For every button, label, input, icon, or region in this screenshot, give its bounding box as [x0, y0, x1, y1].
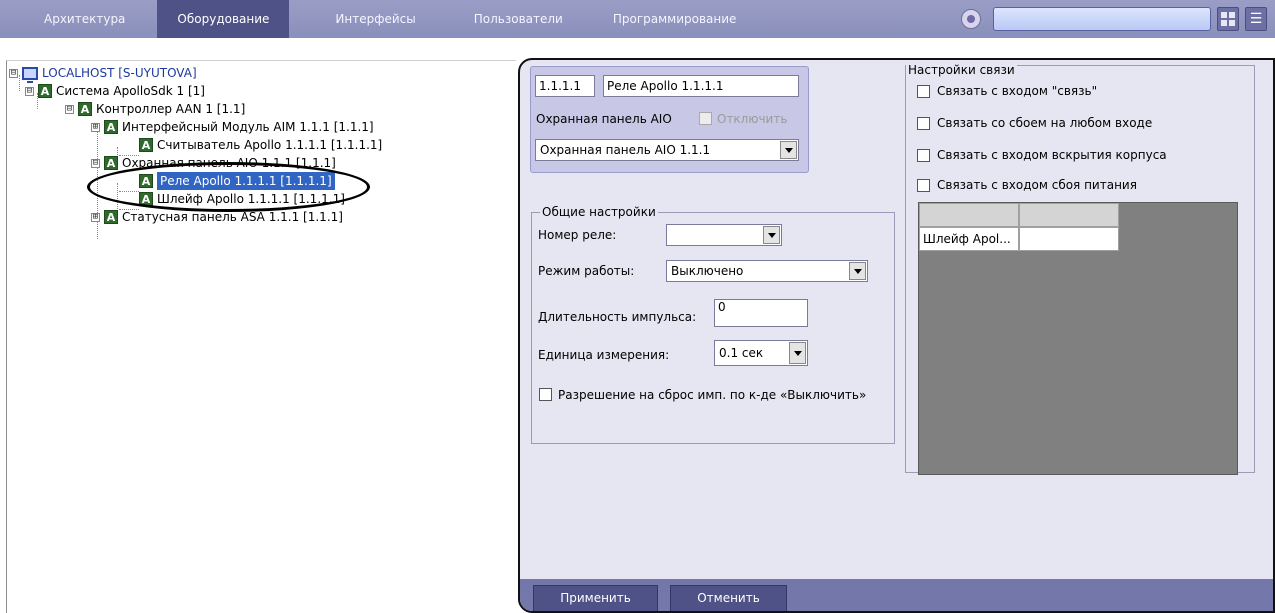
computer-icon: [22, 66, 38, 83]
link-any-fault-label: Связать со сбоем на любом входе: [937, 116, 1153, 130]
reset-permission-label: Разрешение на сброс имп. по к-де «Выключ…: [558, 388, 867, 402]
mode-select[interactable]: Выключено: [666, 260, 868, 282]
link-power-fault-checkbox[interactable]: [917, 179, 930, 192]
chevron-down-icon[interactable]: [763, 226, 780, 244]
link-tamper-label: Связать с входом вскрытия корпуса: [937, 148, 1167, 162]
search-input[interactable]: [993, 7, 1211, 31]
device-icon: A: [78, 102, 92, 116]
general-settings-group: Общие настройки Номер реле: Режим работы…: [531, 205, 895, 444]
tree-node-label: LOCALHOST [S-UYUTOVA]: [42, 66, 197, 80]
tab-architecture[interactable]: Архитектура: [0, 0, 147, 38]
tab-equipment[interactable]: Оборудование: [157, 0, 290, 38]
object-identity-box: 1.1.1.1 Реле Apollo 1.1.1.1 Охранная пан…: [530, 66, 809, 173]
chevron-down-icon[interactable]: [849, 262, 866, 280]
device-icon: A: [104, 120, 118, 134]
grid-icon: [1221, 12, 1235, 26]
layout-grid-button[interactable]: [1217, 7, 1239, 31]
mode-value: Выключено: [671, 264, 744, 278]
parent-select[interactable]: Охранная панель AIO 1.1.1: [535, 139, 799, 161]
collapse-icon[interactable]: ⊟: [9, 68, 18, 78]
tree-node-label: Система ApolloSdk 1 [1]: [56, 84, 205, 98]
link-any-fault-checkbox[interactable]: [917, 117, 930, 130]
chevron-down-icon[interactable]: [780, 141, 797, 159]
link-grid[interactable]: Шлейф Apol...: [918, 202, 1238, 475]
tree-node-security-panel[interactable]: ⊟ A Охранная панель AIO 1.1.1 [1.1.1]: [91, 154, 336, 172]
mode-label: Режим работы:: [538, 264, 635, 278]
tree-node-relay-selected[interactable]: A Реле Apollo 1.1.1.1 [1.1.1.1]: [139, 172, 335, 190]
tree-node-label: Контроллер AAN 1 [1.1]: [96, 102, 246, 116]
general-settings-title: Общие настройки: [540, 205, 658, 219]
tree-node-interface-module[interactable]: ⊞ A Интерфейсный Модуль AIM 1.1.1 [1.1.1…: [91, 118, 374, 136]
settings-panel: 1.1.1.1 Реле Apollo 1.1.1.1 Охранная пан…: [518, 58, 1275, 613]
disable-label: Отключить: [717, 112, 788, 126]
device-icon: A: [139, 192, 153, 206]
pulse-duration-input[interactable]: 0: [714, 299, 808, 327]
tree-node-label: Охранная панель AIO 1.1.1 [1.1.1]: [122, 156, 336, 170]
target-icon[interactable]: [961, 9, 981, 29]
unit-select[interactable]: 0.1 сек: [714, 340, 808, 366]
unit-label: Единица измерения:: [538, 348, 670, 362]
main-tabs: Архитектура Оборудование Интерфейсы Поль…: [0, 0, 758, 38]
tree-node-controller[interactable]: ⊟ A Контроллер AAN 1 [1.1]: [65, 100, 245, 118]
device-icon: A: [104, 156, 118, 170]
tree-node-label: Интерфейсный Модуль AIM 1.1.1 [1.1.1]: [122, 120, 374, 134]
parent-label: Охранная панель AIO: [536, 112, 672, 126]
parent-select-value: Охранная панель AIO 1.1.1: [540, 143, 711, 157]
cancel-button[interactable]: Отменить: [670, 585, 787, 611]
link-comm-input-checkbox[interactable]: [917, 85, 930, 98]
relay-number-label: Номер реле:: [538, 228, 617, 242]
tree-node-label: Статусная панель ASA 1.1.1 [1.1.1]: [122, 210, 343, 224]
tree-node-label: Шлейф Apollo 1.1.1.1 [1.1.1.1]: [157, 192, 345, 206]
link-tamper-checkbox[interactable]: [917, 149, 930, 162]
menu-button[interactable]: ☰: [1245, 7, 1267, 31]
link-settings-title: Настройки связи: [906, 63, 1017, 77]
device-icon: A: [38, 84, 52, 98]
hardware-tree: ⊟ LOCALHOST [S-UYUTOVA] ⊟ A Система Apol…: [6, 60, 516, 613]
device-icon: A: [104, 210, 118, 224]
disable-checkbox[interactable]: [699, 112, 712, 125]
tree-node-localhost[interactable]: ⊟ LOCALHOST [S-UYUTOVA]: [9, 64, 197, 83]
tab-programming[interactable]: Программирование: [585, 0, 759, 38]
collapse-icon[interactable]: ⊟: [65, 104, 74, 114]
tree-node-apollo-system[interactable]: ⊟ A Система ApolloSdk 1 [1]: [25, 82, 205, 100]
link-settings-group: Настройки связи Связать с входом "связь"…: [905, 63, 1255, 475]
relay-number-select[interactable]: [666, 224, 782, 246]
link-power-fault-label: Связать с входом сбоя питания: [937, 178, 1137, 192]
link-comm-input-label: Связать с входом "связь": [937, 84, 1098, 98]
tree-line: [119, 191, 139, 192]
collapse-icon[interactable]: ⊟: [91, 158, 100, 168]
pulse-duration-label: Длительность импульса:: [538, 310, 697, 324]
top-navigation-bar: Архитектура Оборудование Интерфейсы Поль…: [0, 0, 1275, 60]
reset-permission-checkbox[interactable]: [539, 388, 552, 401]
tab-users[interactable]: Пользователи: [438, 0, 585, 38]
expand-icon[interactable]: ⊞: [91, 212, 100, 222]
grid-header-cell: [919, 203, 1019, 227]
tree-node-label: Считыватель Apollo 1.1.1.1 [1.1.1.1]: [157, 138, 383, 152]
tree-node-status-panel[interactable]: ⊞ A Статусная панель ASA 1.1.1 [1.1.1]: [91, 208, 343, 226]
collapse-icon[interactable]: ⊟: [25, 86, 34, 96]
toolbar-right: ☰: [961, 0, 1267, 38]
chevron-down-icon[interactable]: [789, 342, 806, 364]
tab-interfaces[interactable]: Интерфейсы: [299, 0, 437, 38]
unit-value: 0.1 сек: [719, 346, 764, 360]
expand-icon[interactable]: ⊞: [91, 122, 100, 132]
grid-row-cell[interactable]: Шлейф Apol...: [919, 227, 1019, 251]
apply-button[interactable]: Применить: [533, 585, 658, 611]
object-id-field[interactable]: 1.1.1.1: [535, 75, 595, 97]
tree-node-label: Реле Apollo 1.1.1.1 [1.1.1.1]: [157, 172, 335, 190]
device-icon: A: [139, 174, 153, 188]
grid-row-cell[interactable]: [1019, 227, 1119, 251]
button-bar: Применить Отменить: [520, 579, 1273, 611]
menu-icon: ☰: [1249, 11, 1263, 27]
device-icon: A: [139, 138, 153, 152]
object-name-field[interactable]: Реле Apollo 1.1.1.1: [603, 75, 799, 97]
tree-node-loop[interactable]: A Шлейф Apollo 1.1.1.1 [1.1.1.1]: [139, 190, 345, 208]
tree-node-reader[interactable]: A Считыватель Apollo 1.1.1.1 [1.1.1.1]: [139, 136, 382, 154]
grid-header-cell: [1019, 203, 1119, 227]
